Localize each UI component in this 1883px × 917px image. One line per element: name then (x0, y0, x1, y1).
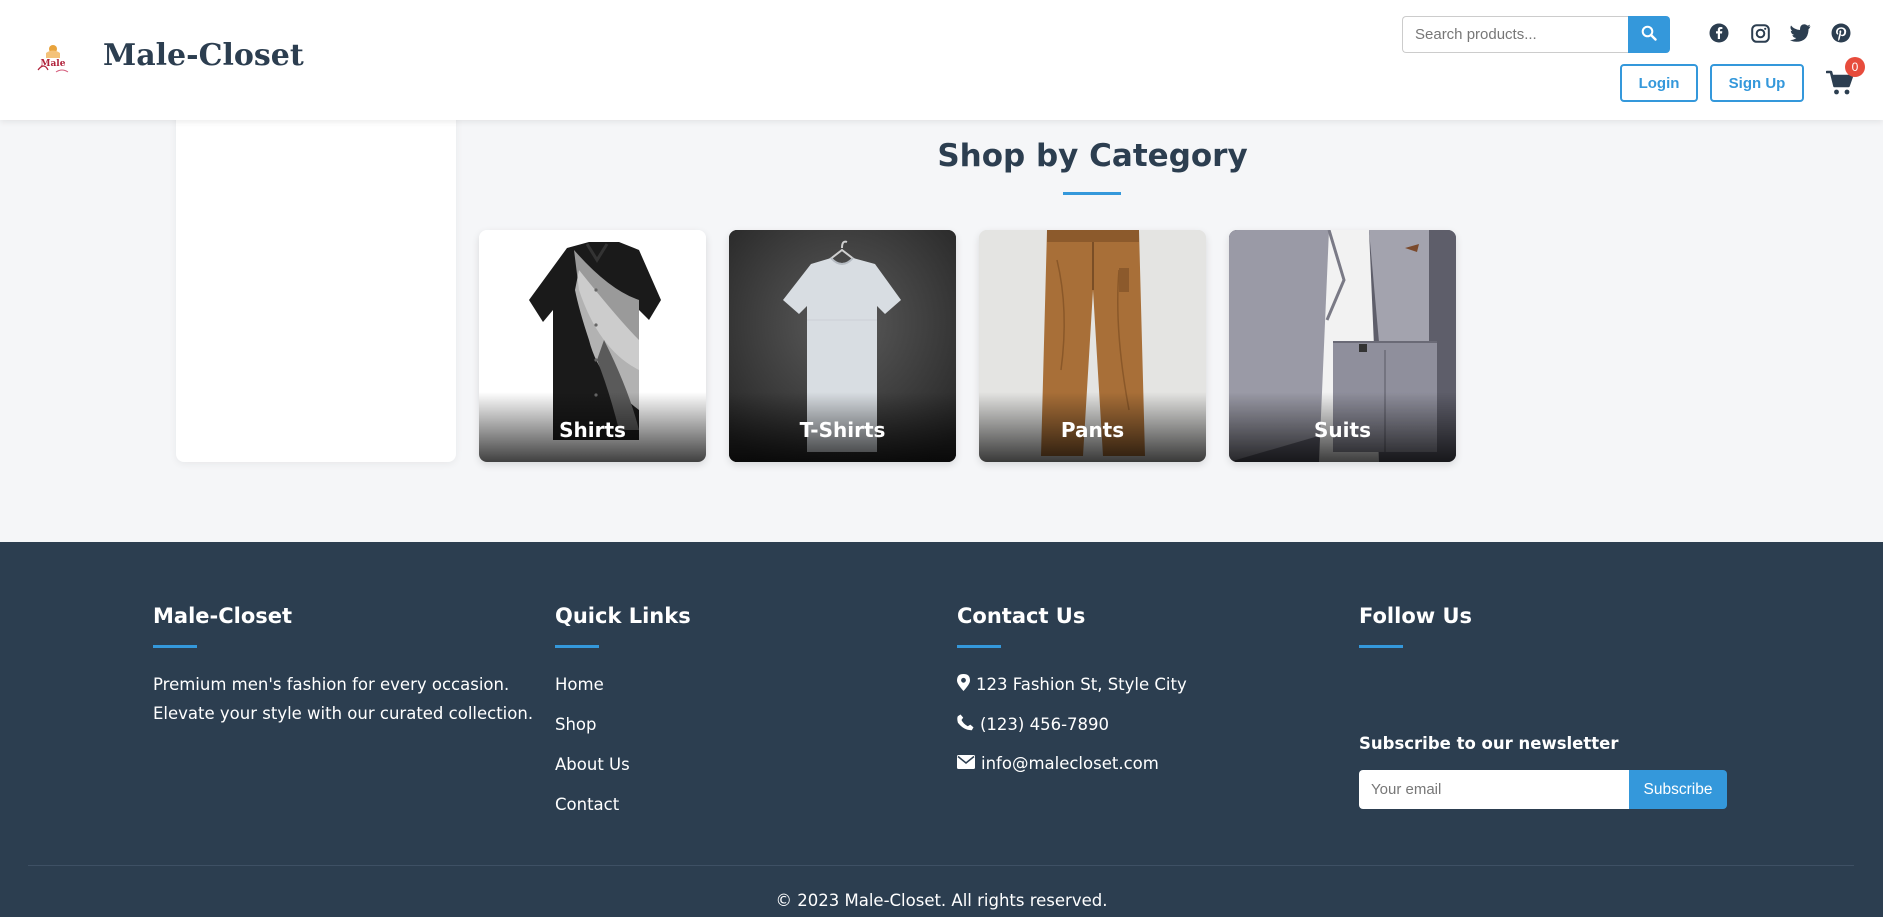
instagram-icon[interactable] (1749, 22, 1771, 44)
envelope-icon (957, 754, 975, 773)
category-card-pants[interactable]: Pants (979, 230, 1206, 462)
footer-link-contact[interactable]: Contact (555, 795, 619, 814)
footer-follow-title: Follow Us (1359, 604, 1473, 628)
category-card-shirts[interactable]: Shirts (479, 230, 706, 462)
site-footer (0, 542, 1883, 917)
footer-link-about-us[interactable]: About Us (555, 755, 630, 774)
footer-phone: (123) 456-7890 (957, 714, 1109, 735)
footer-link-shop[interactable]: Shop (555, 715, 597, 734)
address-text: 123 Fashion St, Style City (976, 675, 1187, 694)
facebook-icon[interactable] (1708, 22, 1730, 44)
phone-icon (957, 714, 974, 735)
footer-about-line-1: Premium men's fashion for every occasion… (153, 675, 510, 694)
category-label: T-Shirts (799, 418, 886, 442)
footer-brand-title: Male-Closet (153, 604, 293, 628)
footer-divider (28, 865, 1854, 866)
category-card-suits[interactable]: Suits (1229, 230, 1456, 462)
footer-contact-title: Contact Us (957, 604, 1086, 628)
category-card-t-shirts[interactable]: T-Shirts (729, 230, 956, 462)
newsletter-email-input[interactable] (1359, 770, 1629, 809)
footer-about-line-2: Elevate your style with our curated coll… (153, 704, 534, 723)
category-label: Pants (1060, 418, 1125, 442)
search-icon (1641, 25, 1657, 44)
twitter-icon[interactable] (1789, 22, 1811, 44)
svg-text:Male: Male (41, 59, 66, 69)
login-button[interactable]: Login (1620, 64, 1698, 102)
footer-quick-links-title: Quick Links (555, 604, 691, 628)
title-underline (1359, 645, 1403, 648)
email-text[interactable]: info@malecloset.com (981, 754, 1159, 773)
category-label: Suits (1314, 418, 1371, 442)
phone-text: (123) 456-7890 (980, 715, 1110, 734)
category-label: Shirts (559, 418, 626, 442)
search-button[interactable] (1628, 16, 1670, 53)
site-header: Male Male-Closet Login Sign Up 0 (0, 0, 1883, 120)
subscribe-button[interactable]: Subscribe (1629, 770, 1727, 809)
title-underline (153, 645, 197, 648)
search-input[interactable] (1402, 16, 1628, 53)
footer-email: info@malecloset.com (957, 754, 1159, 773)
newsletter-title: Subscribe to our newsletter (1359, 734, 1619, 753)
footer-link-home[interactable]: Home (555, 675, 604, 694)
map-marker-icon (957, 674, 970, 695)
footer-address: 123 Fashion St, Style City (957, 674, 1187, 695)
logo-icon[interactable]: Male (34, 40, 72, 78)
title-underline (957, 645, 1001, 648)
copyright-text: © 2023 Male-Closet. All rights reserved. (775, 891, 1108, 910)
sign-up-button[interactable]: Sign Up (1710, 64, 1804, 102)
section-title: Shop by Category (937, 138, 1248, 174)
cart-count-badge: 0 (1845, 57, 1865, 77)
sidebar-panel (176, 100, 456, 462)
pinterest-icon[interactable] (1830, 22, 1852, 44)
title-underline (555, 645, 599, 648)
title-underline (1063, 192, 1121, 195)
brand-name[interactable]: Male-Closet (103, 38, 304, 73)
search-bar (1402, 16, 1670, 53)
